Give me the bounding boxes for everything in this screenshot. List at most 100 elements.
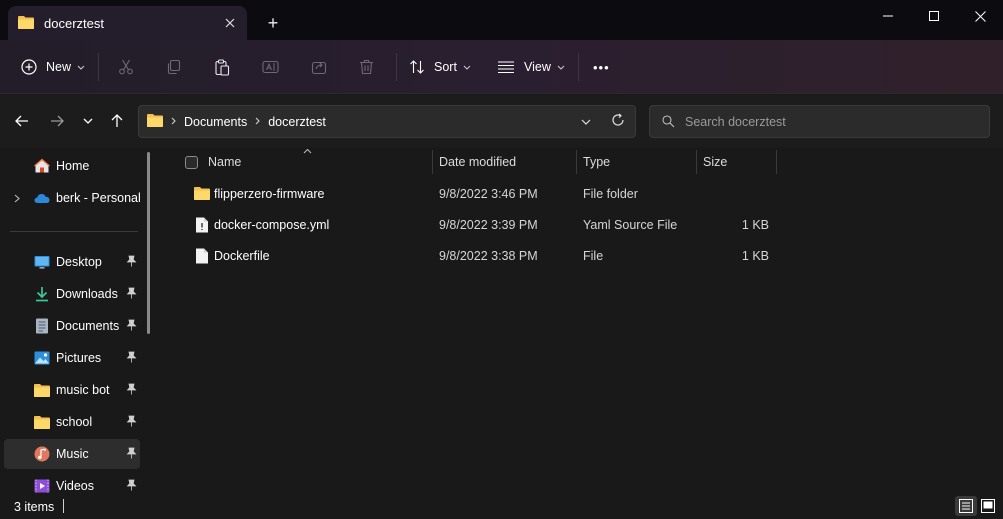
- select-all-checkbox[interactable]: [185, 156, 198, 169]
- tiles-view-button[interactable]: [977, 496, 999, 516]
- delete-button[interactable]: [359, 54, 374, 80]
- chevron-right-icon: [255, 116, 261, 128]
- chevron-down-icon: [83, 118, 93, 124]
- rename-button[interactable]: [262, 54, 279, 80]
- sidebar-item-pictures[interactable]: Pictures: [4, 343, 140, 373]
- status-divider: [63, 499, 64, 513]
- file-type: File: [583, 249, 604, 263]
- paste-icon: [215, 58, 230, 76]
- sidebar-item-label: Music: [56, 447, 89, 461]
- sidebar-item-videos[interactable]: Videos: [4, 471, 140, 494]
- pin-icon: [126, 255, 137, 267]
- music-icon: [34, 446, 50, 462]
- sidebar-item-music[interactable]: Music: [4, 439, 140, 469]
- file-name: flipperzero-firmware: [214, 187, 325, 201]
- column-header-date-modified[interactable]: Date modified: [439, 148, 516, 176]
- scissors-icon: [119, 59, 133, 75]
- column-header-size[interactable]: Size: [703, 148, 727, 176]
- toolbar-divider: [98, 53, 99, 81]
- sidebar-scrollbar[interactable]: [147, 152, 150, 334]
- maximize-button[interactable]: [911, 0, 957, 32]
- search-input[interactable]: [685, 114, 975, 129]
- share-button[interactable]: [311, 54, 327, 80]
- sidebar-divider: [10, 231, 138, 232]
- file-name: docker-compose.yml: [214, 218, 330, 232]
- close-window-button[interactable]: [957, 0, 1003, 32]
- file-name: Dockerfile: [214, 249, 270, 263]
- file-list: Name Date modified Type Size flipperzero…: [160, 148, 1003, 494]
- pin-icon: [126, 479, 137, 491]
- sidebar-item-school[interactable]: school: [4, 407, 140, 437]
- sort-button[interactable]: Sort: [409, 54, 471, 80]
- forward-button[interactable]: [45, 109, 69, 133]
- table-row[interactable]: flipperzero-firmware 9/8/2022 3:46 PM Fi…: [180, 179, 980, 209]
- paste-button[interactable]: [214, 54, 230, 80]
- sidebar-item-label: Videos: [56, 479, 94, 493]
- sidebar-item-desktop[interactable]: Desktop: [4, 247, 140, 277]
- column-divider[interactable]: [776, 150, 777, 174]
- more-options-button[interactable]: •••: [593, 54, 610, 80]
- desktop-icon: [34, 256, 50, 269]
- sort-label: Sort: [434, 60, 457, 74]
- sort-icon: [410, 60, 424, 74]
- table-row[interactable]: docker-compose.yml 9/8/2022 3:39 PM Yaml…: [180, 210, 980, 240]
- file-date-modified: 9/8/2022 3:39 PM: [439, 218, 538, 232]
- sidebar-item-label: Desktop: [56, 255, 102, 269]
- copy-icon: [167, 59, 181, 75]
- pin-icon: [126, 447, 137, 459]
- recent-locations-button[interactable]: [76, 109, 100, 133]
- folder-icon: [18, 15, 34, 32]
- breadcrumb-documents[interactable]: Documents: [184, 115, 247, 129]
- new-button[interactable]: New: [21, 54, 85, 80]
- breadcrumb-docerztest[interactable]: docerztest: [268, 115, 326, 129]
- back-button[interactable]: [10, 109, 34, 133]
- up-button[interactable]: [105, 109, 129, 133]
- minimize-button[interactable]: [865, 0, 911, 32]
- sidebar-item-documents[interactable]: Documents: [4, 311, 140, 341]
- sort-ascending-caret-icon: [303, 148, 312, 154]
- address-row: Documents docerztest: [0, 95, 1003, 147]
- details-view-button[interactable]: [955, 496, 977, 516]
- tab-docerztest[interactable]: docerztest: [8, 6, 247, 40]
- file-date-modified: 9/8/2022 3:38 PM: [439, 249, 538, 263]
- folder-icon: [34, 384, 50, 397]
- plus-circle-icon: [21, 59, 37, 75]
- refresh-button[interactable]: [611, 113, 625, 130]
- pin-icon: [126, 383, 137, 395]
- pin-icon: [126, 351, 137, 363]
- new-tab-button[interactable]: +: [262, 12, 284, 34]
- cut-button[interactable]: [118, 54, 134, 80]
- sidebar-item-onedrive[interactable]: berk - Personal: [4, 183, 141, 213]
- chevron-down-icon: [581, 119, 591, 125]
- column-header-type[interactable]: Type: [583, 148, 610, 176]
- column-divider[interactable]: [696, 150, 697, 174]
- arrow-up-icon: [111, 114, 123, 127]
- sidebar-item-label: Pictures: [56, 351, 102, 365]
- column-header-name[interactable]: Name: [208, 148, 241, 176]
- sidebar-item-music-bot[interactable]: music bot: [4, 375, 140, 405]
- file-type: Yaml Source File: [583, 218, 678, 232]
- sidebar-item-home[interactable]: Home: [4, 151, 140, 181]
- view-button[interactable]: View: [497, 54, 565, 80]
- pin-icon: [126, 415, 137, 427]
- search-box[interactable]: [649, 105, 990, 138]
- column-divider[interactable]: [576, 150, 577, 174]
- toolbar-divider: [396, 53, 397, 81]
- onedrive-cloud-icon: [34, 194, 50, 203]
- copy-button[interactable]: [166, 54, 182, 80]
- pin-icon: [126, 319, 137, 331]
- maximize-icon: [929, 11, 939, 21]
- address-bar[interactable]: Documents docerztest: [138, 105, 636, 138]
- column-divider[interactable]: [432, 150, 433, 174]
- sidebar-item-label: Home: [56, 159, 90, 173]
- tab-close-button[interactable]: [221, 14, 239, 32]
- chevron-down-icon: [77, 65, 85, 70]
- table-row[interactable]: Dockerfile 9/8/2022 3:38 PM File 1 KB: [180, 241, 980, 271]
- chevron-right-icon: [171, 116, 176, 128]
- sidebar-item-downloads[interactable]: Downloads: [4, 279, 140, 309]
- download-icon: [36, 287, 48, 302]
- sidebar-item-label: Downloads: [56, 287, 118, 301]
- tiles-view-icon: [981, 499, 995, 513]
- view-label: View: [524, 60, 551, 74]
- address-history-button[interactable]: [581, 114, 591, 128]
